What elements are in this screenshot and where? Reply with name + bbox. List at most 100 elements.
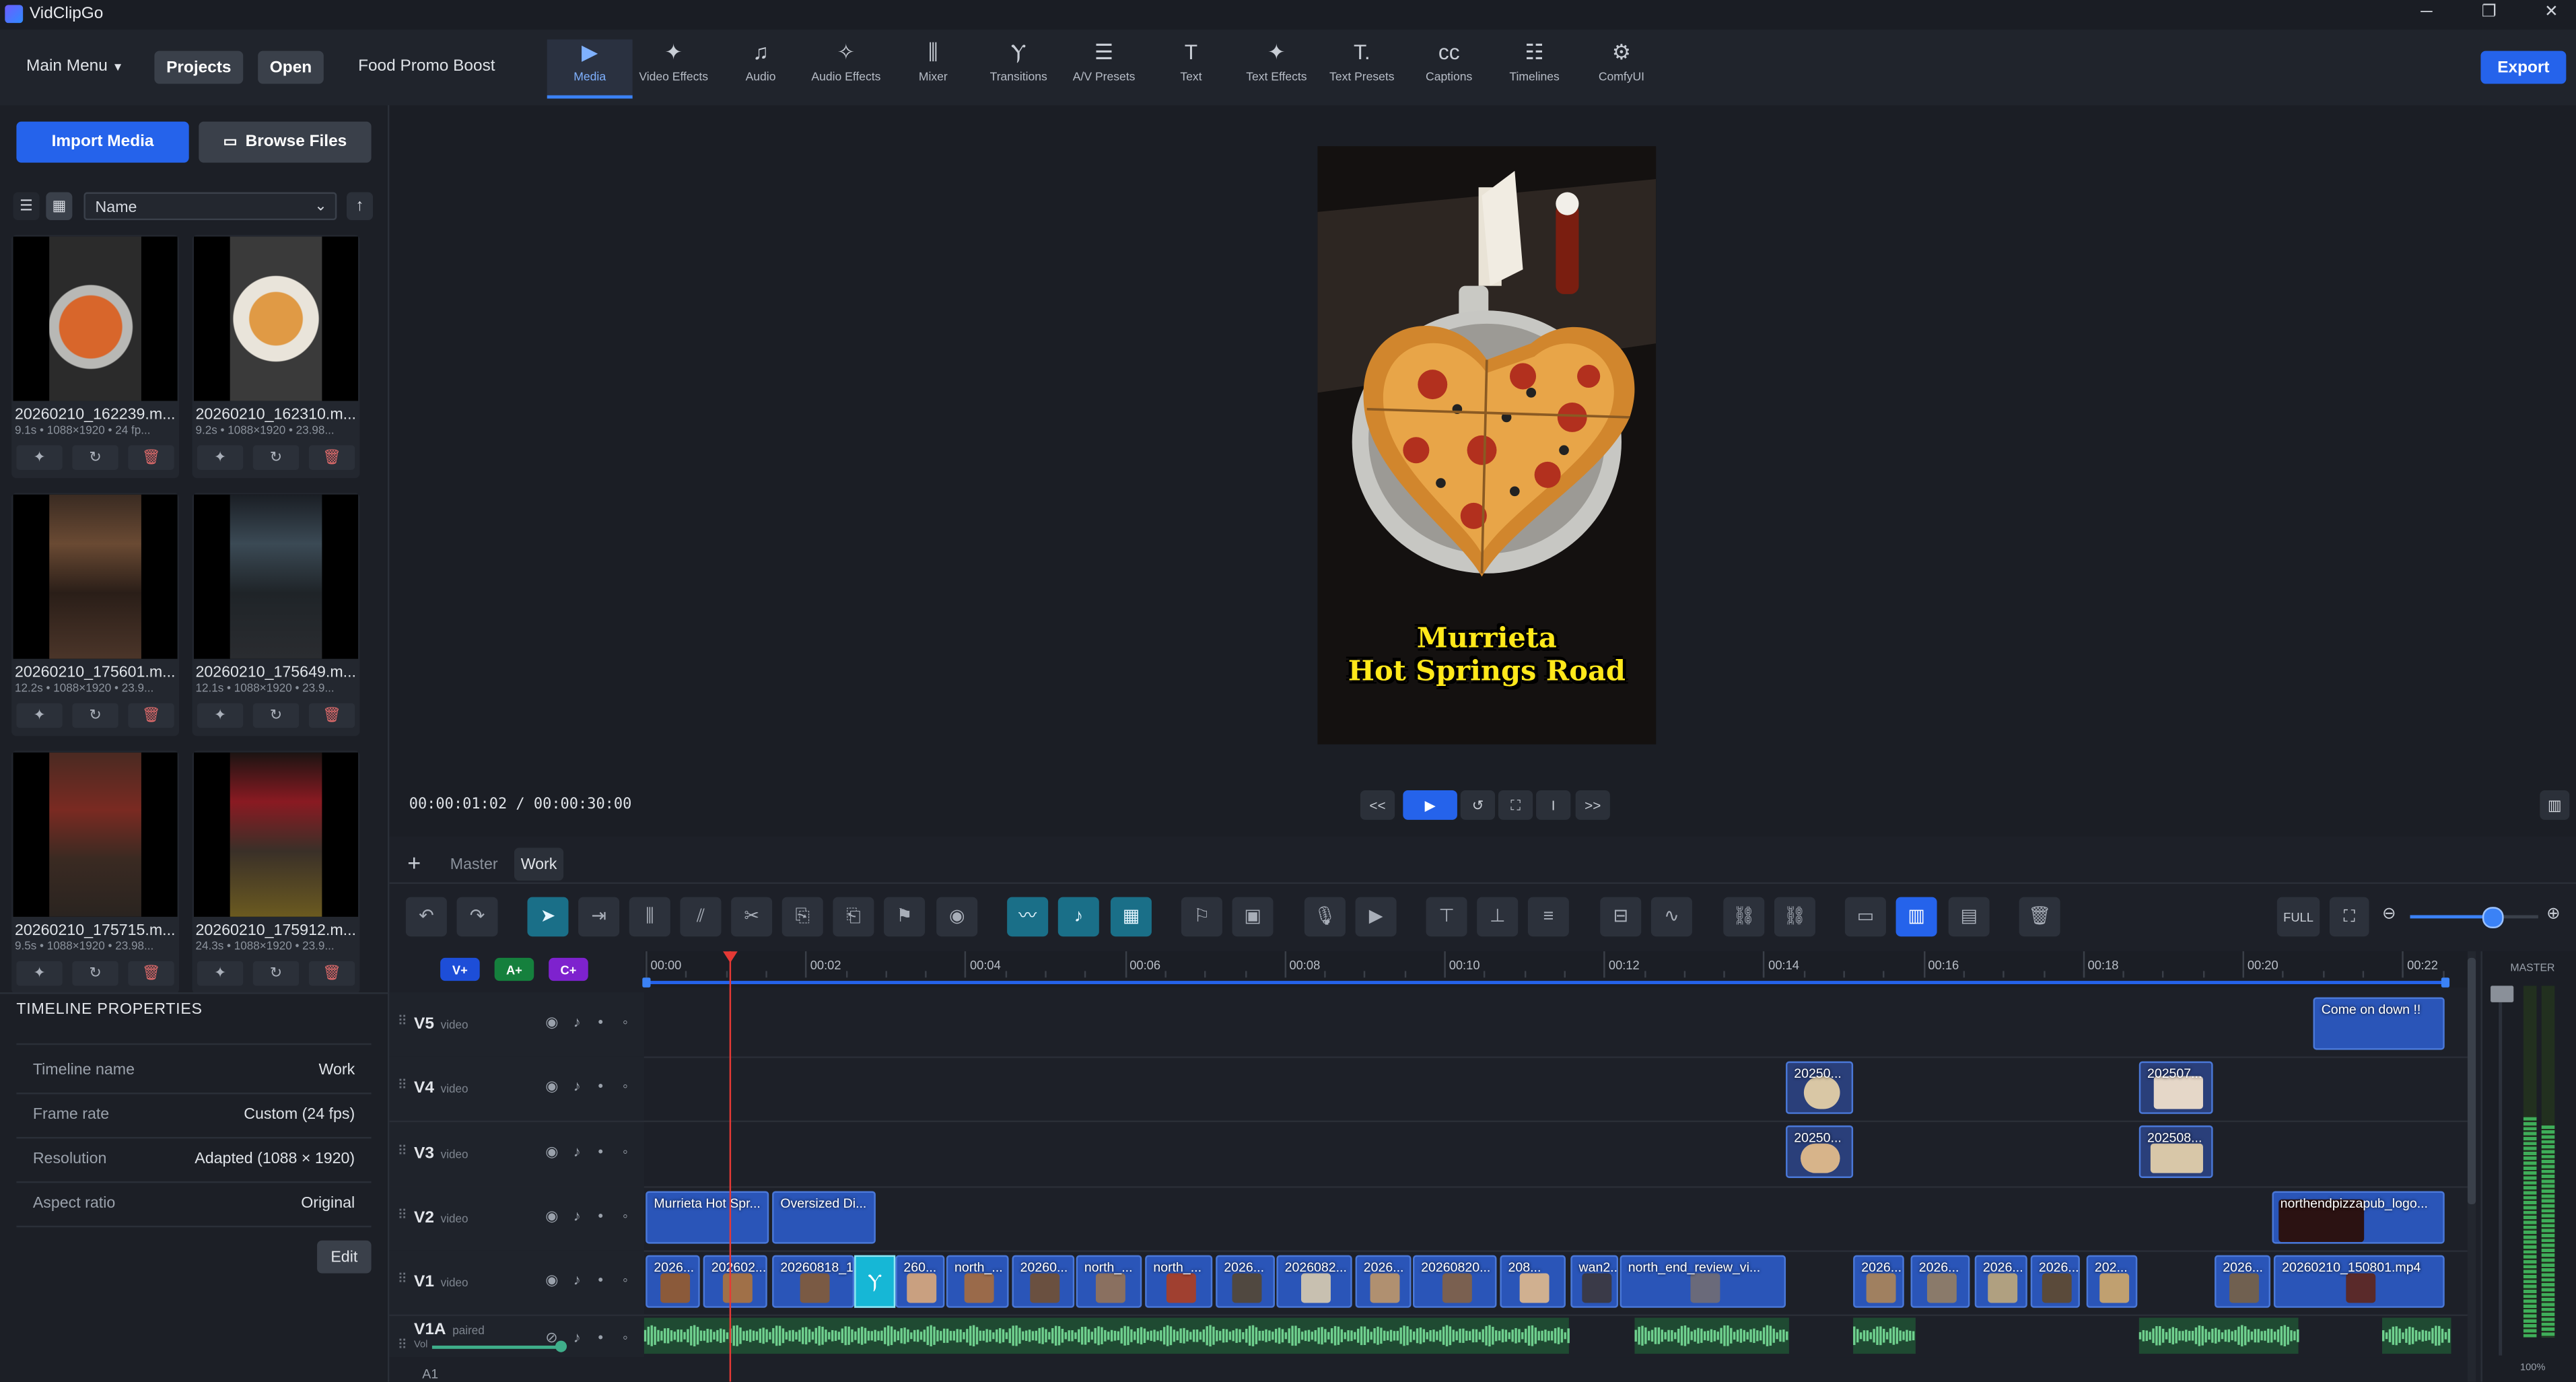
visibility-icon[interactable]: ◉ [545,1014,558,1032]
v1-clip[interactable]: north_... [946,1255,1009,1308]
copy-icon[interactable]: ⎘ [781,897,823,937]
v2-clip-c[interactable]: northendpizzapub_logo... [2272,1191,2445,1244]
v1-clip[interactable]: 2026... [1974,1255,2027,1308]
v1-clip[interactable]: north_... [1145,1255,1213,1308]
tab-captions[interactable]: cc Captions [1406,40,1492,96]
tab-video-effects[interactable]: ✦ Video Effects [631,40,716,96]
effects-icon[interactable]: ✦ [16,445,63,471]
v4-clip-a[interactable]: 20250... [1786,1061,1854,1114]
image-icon[interactable]: ▣ [1232,897,1274,937]
list-view-icon[interactable]: ☰ [13,192,40,221]
drag-handle-icon[interactable]: ⠿ [398,1208,407,1222]
main-menu-button[interactable]: Main Menu ▼ [26,57,123,75]
add-video-track-button[interactable]: V+ [440,957,480,981]
ripple-select-icon[interactable]: ⇥ [578,897,620,937]
export-button[interactable]: Export [2480,50,2567,84]
lock-icon[interactable]: ♪ [573,1144,581,1160]
browse-files-button[interactable]: ▭ Browse Files [199,121,372,163]
v1-clip[interactable]: 260... [895,1255,945,1308]
audio-toggle-icon[interactable]: ♪ [1057,897,1099,937]
open-button[interactable]: Open [258,50,324,84]
v1-clip[interactable]: 20260818_12... [772,1255,855,1308]
trash-icon[interactable]: 🗑 [128,961,174,986]
zoom-in-icon[interactable]: ⊕ [2546,905,2560,924]
grid-toggle-icon[interactable]: ▦ [1110,897,1152,937]
v1-clip[interactable]: 2026... [646,1255,700,1308]
audio-wave-icon[interactable]: ∿ [1650,897,1692,937]
solo-dot-icon[interactable]: • [598,1144,603,1160]
import-media-button[interactable]: Import Media [16,121,189,163]
undo-icon[interactable]: ↶ [405,897,447,937]
v3-clip-a[interactable]: 20250... [1786,1125,1854,1178]
zoom-slider[interactable] [2410,915,2538,919]
media-card[interactable]: 20260210_162239.m... 9.1s • 1088×1920 • 2… [11,235,180,479]
v2-clip-a[interactable]: Murrieta Hot Spr... [646,1191,769,1244]
drag-handle-icon[interactable]: ⠿ [398,1014,407,1029]
play-button[interactable]: ▶ [1403,790,1457,820]
mute-dot-icon[interactable]: ◦ [623,1208,628,1224]
mute-dot-icon[interactable]: ◦ [623,1329,628,1346]
refresh-icon[interactable]: ↻ [252,961,300,986]
waveform-toggle-icon[interactable]: 〰 [1007,897,1049,937]
v1-clip[interactable]: 2026... [2215,1255,2271,1308]
loop-icon[interactable]: ↺ [1460,790,1496,820]
volume-slider[interactable] [431,1345,561,1349]
text-tool-icon[interactable]: I [1536,790,1571,820]
v1-clip[interactable]: 2026082... [1276,1255,1352,1308]
solo-dot-icon[interactable]: • [598,1272,603,1288]
tab-media[interactable]: ▶ Media [547,39,633,99]
media-card[interactable]: 20260210_175715.m... 9.5s • 1088×1920 • 2… [11,751,180,994]
v1-clip[interactable]: 2026... [1910,1255,1970,1308]
master-fader-handle[interactable] [2491,986,2514,1002]
lock-icon[interactable]: ♪ [573,1329,581,1346]
mute-dot-icon[interactable]: ◦ [623,1078,628,1094]
rewind-button[interactable]: << [1360,790,1395,820]
work-range-bar[interactable] [646,981,2445,984]
fit-icon[interactable]: ⛶ [2329,897,2369,937]
v1-clip[interactable]: 2026... [1853,1255,1904,1308]
drag-handle-icon[interactable]: ⠿ [398,1272,407,1286]
solo-dot-icon[interactable]: • [598,1329,603,1346]
split-icon[interactable]: ⊟ [1600,897,1642,937]
audio-waveform[interactable] [643,1317,2451,1354]
tab-comfyui[interactable]: ⚙ ComfyUI [1579,40,1665,96]
close-button[interactable]: ✕ [2535,3,2568,22]
link-icon[interactable]: ⛓ [1723,897,1765,937]
solo-dot-icon[interactable]: • [598,1208,603,1224]
effects-icon[interactable]: ✦ [197,961,244,986]
redo-icon[interactable]: ↷ [456,897,498,937]
add-audio-track-button[interactable]: A+ [494,957,534,981]
tab-audio[interactable]: ♫ Audio [718,40,804,96]
media-card[interactable]: 20260210_162310.m... 9.2s • 1088×1920 • 2… [192,235,360,479]
drag-handle-icon[interactable]: ⠿ [398,1338,407,1352]
mic-icon[interactable]: 🎙 [1304,897,1346,937]
tab-text-presets[interactable]: T. Text Presets [1319,40,1405,96]
timeline-scroll-area[interactable]: A1 [389,1357,2468,1382]
trash-icon[interactable]: 🗑 [308,961,355,986]
v4-clip-b[interactable]: 202507... [2138,1061,2213,1114]
slip-icon[interactable]: ⫼ [629,897,670,937]
tab-transitions[interactable]: Ⲩ Transitions [976,40,1061,96]
refresh-icon[interactable]: ↻ [252,445,300,471]
refresh-icon[interactable]: ↻ [72,703,118,728]
sort-select[interactable]: Name ⌄ [83,192,337,221]
tab-timelines[interactable]: ☷ Timelines [1492,40,1577,96]
refresh-icon[interactable]: ↻ [72,961,118,986]
mute-dot-icon[interactable]: ◦ [623,1144,628,1160]
full-button[interactable]: FULL [2276,897,2320,937]
solo-dot-icon[interactable]: • [598,1014,603,1030]
box-icon[interactable]: ▭ [1844,897,1886,937]
v1-clip[interactable]: north_... [1076,1255,1142,1308]
volume-slider-handle[interactable] [555,1340,567,1352]
v3-clip-b[interactable]: 202508... [2138,1125,2213,1178]
v1-clip[interactable]: 20260... [1012,1255,1075,1308]
media-card[interactable]: 20260210_175601.m... 12.2s • 1088×1920 • … [11,493,180,736]
master-fader-track[interactable] [2499,986,2503,1356]
caption-icon[interactable]: ▤ [1948,897,1990,937]
visibility-icon[interactable]: ◉ [545,1272,558,1290]
v5-text-clip[interactable]: Come on down !! [2313,997,2445,1050]
mute-dot-icon[interactable]: ◦ [623,1272,628,1288]
playhead[interactable] [729,951,732,1382]
fullscreen-icon[interactable]: ⛶ [1498,790,1533,820]
select-tool-icon[interactable]: ➤ [527,897,569,937]
